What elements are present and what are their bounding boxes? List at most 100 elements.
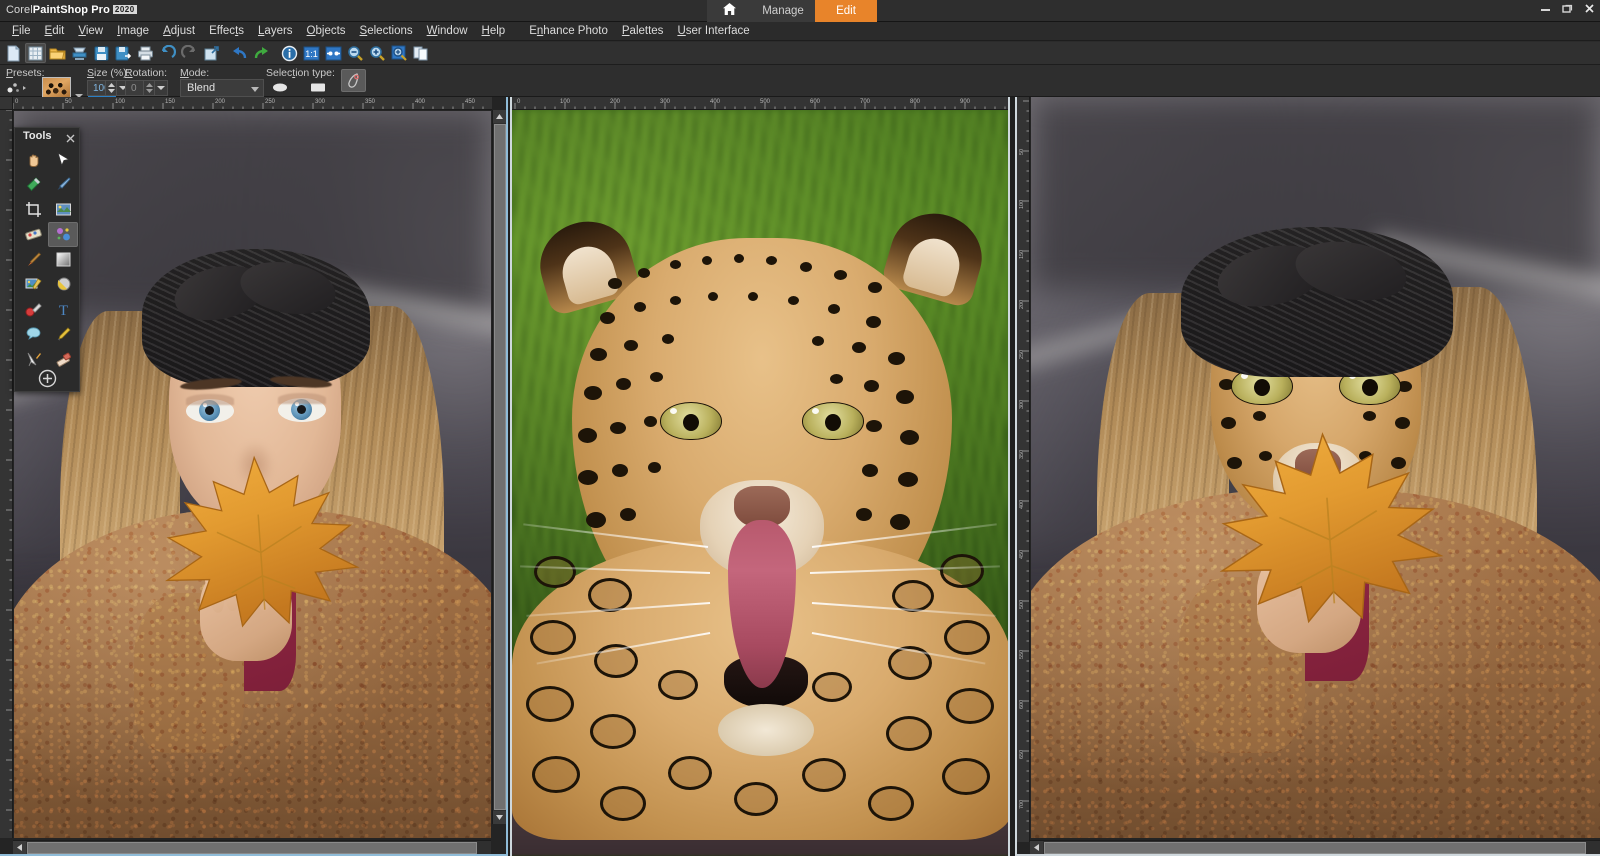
- straighten-tool[interactable]: [48, 197, 78, 222]
- horizontal-scroll-thumb[interactable]: [1044, 842, 1586, 854]
- zoom-to-selection-icon[interactable]: [389, 43, 410, 63]
- save-icon[interactable]: [91, 43, 112, 63]
- clone-tool[interactable]: [18, 272, 48, 297]
- leopard-eye-right: [802, 402, 864, 440]
- picture-tube-tool[interactable]: [48, 222, 78, 247]
- zoom-out-icon[interactable]: [345, 43, 366, 63]
- vertical-ruler[interactable]: [0, 110, 13, 838]
- horizontal-scrollbar[interactable]: [1030, 840, 1600, 854]
- menu-user-interface[interactable]: User Interface: [670, 23, 756, 40]
- tools-palette[interactable]: Tools: [14, 127, 80, 392]
- horizontal-ruler[interactable]: 0100200300400500600700800900: [512, 97, 1008, 110]
- menu-enhance-photo[interactable]: Enhance Photo: [522, 23, 615, 40]
- menu-view[interactable]: View: [71, 23, 110, 40]
- svg-text:350: 350: [1019, 450, 1025, 459]
- picture-tube-thumbnail[interactable]: [42, 77, 71, 99]
- svg-text:700: 700: [1019, 800, 1025, 809]
- paint-brush-tool[interactable]: [18, 247, 48, 272]
- svg-text:500: 500: [1019, 600, 1025, 609]
- tab-edit[interactable]: Edit: [815, 0, 877, 22]
- scroll-left-arrow[interactable]: [13, 841, 26, 854]
- composite-document-window[interactable]: 5010015020025030035040045050055060065070…: [1015, 97, 1600, 856]
- menu-window[interactable]: Window: [420, 23, 475, 40]
- horizontal-scrollbar[interactable]: [13, 840, 491, 854]
- new-image-icon[interactable]: [25, 43, 46, 63]
- save-as-icon[interactable]: [113, 43, 134, 63]
- menu-edit[interactable]: Edit: [38, 23, 72, 40]
- menu-help[interactable]: Help: [475, 23, 513, 40]
- scroll-down-arrow[interactable]: [493, 811, 506, 824]
- tools-palette-titlebar[interactable]: Tools: [15, 128, 79, 146]
- menu-layers[interactable]: Layers: [251, 23, 300, 40]
- composite-canvas[interactable]: [1031, 97, 1600, 838]
- home-icon: [722, 2, 737, 21]
- rotation-input[interactable]: 0: [125, 80, 168, 96]
- menu-selections[interactable]: Selections: [353, 23, 420, 40]
- menu-objects[interactable]: Objects: [300, 23, 353, 40]
- zoom-actual-size-icon[interactable]: 1:1: [301, 43, 322, 63]
- fit-to-window-icon[interactable]: [323, 43, 344, 63]
- text-tool[interactable]: T: [48, 297, 78, 322]
- mode-dropdown[interactable]: Blend: [180, 79, 264, 97]
- portrait-canvas[interactable]: [14, 111, 491, 838]
- horizontal-scroll-thumb[interactable]: [27, 842, 477, 854]
- lighten-darken-tool[interactable]: [18, 297, 48, 322]
- rectangle-selection-icon[interactable]: [308, 79, 328, 96]
- duplicate-icon[interactable]: [411, 43, 432, 63]
- open-folder-icon[interactable]: [47, 43, 68, 63]
- picture-tube-tool-icon[interactable]: [341, 69, 366, 92]
- scroll-left-arrow[interactable]: [1030, 841, 1043, 854]
- close-button[interactable]: [1583, 2, 1596, 16]
- rotation-dropdown-arrow[interactable]: [154, 81, 167, 95]
- restore-button[interactable]: [1561, 2, 1574, 16]
- new-file-icon[interactable]: [3, 43, 24, 63]
- zoom-in-icon[interactable]: [367, 43, 388, 63]
- resize-icon[interactable]: [201, 43, 222, 63]
- svg-text:150: 150: [1019, 250, 1025, 259]
- preset-shape-tool[interactable]: [18, 322, 48, 347]
- leopard-canvas[interactable]: [512, 110, 1008, 856]
- gradient-tool[interactable]: [48, 247, 78, 272]
- maple-leaf: [1200, 419, 1457, 636]
- home-tab[interactable]: [707, 0, 751, 22]
- horizontal-ruler[interactable]: 050100150200250300350400450: [13, 97, 492, 110]
- menu-effects[interactable]: Effects: [202, 23, 251, 40]
- vertical-scrollbar[interactable]: [492, 110, 506, 824]
- pick-tool[interactable]: [48, 147, 78, 172]
- dropper-tool[interactable]: [48, 172, 78, 197]
- size-input[interactable]: 100: [87, 80, 130, 96]
- menu-file[interactable]: FFileile: [5, 23, 38, 40]
- red-eye-tool[interactable]: [18, 222, 48, 247]
- rotate-right-icon[interactable]: [179, 43, 200, 63]
- menu-adjust[interactable]: Adjust: [156, 23, 202, 40]
- ellipse-selection-icon[interactable]: [270, 79, 290, 96]
- redo-icon[interactable]: [251, 43, 272, 63]
- scroll-up-arrow[interactable]: [493, 110, 506, 123]
- pen-tool[interactable]: [48, 322, 78, 347]
- minimize-button[interactable]: [1539, 2, 1552, 16]
- vertical-ruler[interactable]: 5010015020025030035040045050055060065070…: [1017, 97, 1030, 842]
- undo-icon[interactable]: [229, 43, 250, 63]
- info-icon[interactable]: [279, 43, 300, 63]
- tab-manage[interactable]: Manage: [751, 0, 815, 22]
- svg-text:200: 200: [1019, 300, 1025, 309]
- leopard-eye-left: [660, 402, 722, 440]
- pan-tool[interactable]: [18, 147, 48, 172]
- menu-image[interactable]: Image: [110, 23, 156, 40]
- title-prefix: Corel: [6, 4, 33, 16]
- menu-palettes[interactable]: Palettes: [615, 23, 671, 40]
- svg-text:400: 400: [415, 99, 426, 105]
- print-icon[interactable]: [135, 43, 156, 63]
- flood-fill-tool[interactable]: [48, 272, 78, 297]
- rotation-spinner[interactable]: [143, 81, 154, 95]
- vertical-scroll-thumb[interactable]: [494, 124, 506, 810]
- leopard-document-window[interactable]: 0100200300400500600700800900: [510, 97, 1010, 856]
- add-tool-button[interactable]: [15, 369, 79, 388]
- scanner-import-icon[interactable]: [69, 43, 90, 63]
- close-icon[interactable]: [66, 130, 75, 148]
- size-spinner[interactable]: [105, 81, 116, 95]
- rotate-left-icon[interactable]: [157, 43, 178, 63]
- presets-swatch-icon[interactable]: [6, 81, 28, 94]
- crop-tool[interactable]: [18, 197, 48, 222]
- selection-tool[interactable]: [18, 172, 48, 197]
